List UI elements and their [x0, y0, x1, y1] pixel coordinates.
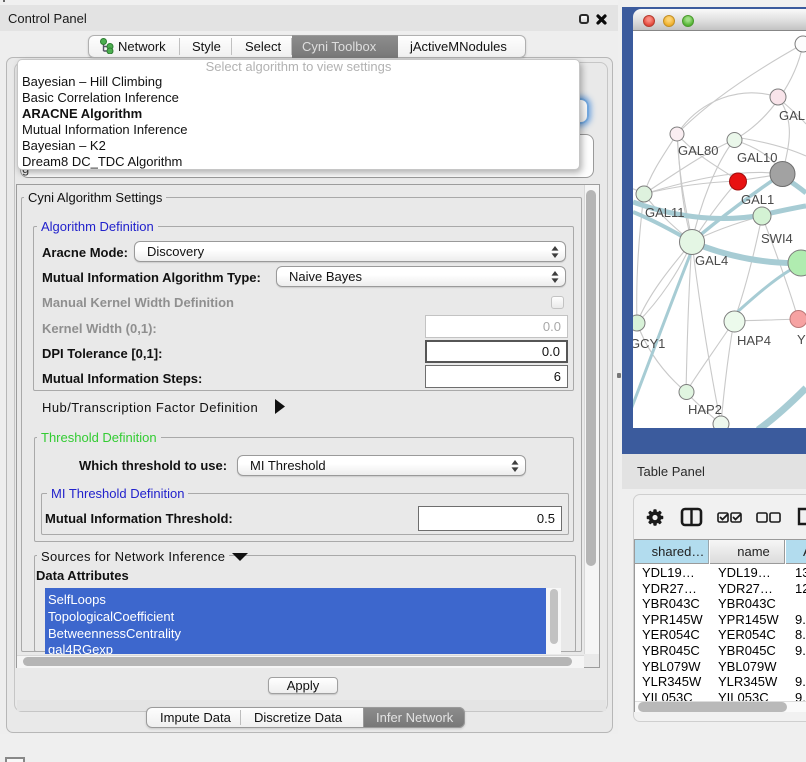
svg-text:GAL10: GAL10 [737, 150, 777, 165]
svg-text:GAL: GAL [779, 108, 805, 123]
svg-text:GCY1: GCY1 [633, 336, 665, 351]
svg-text:Y: Y [797, 332, 806, 347]
svg-text:GAL11: GAL11 [645, 205, 685, 220]
svg-text:GAL80: GAL80 [678, 143, 718, 158]
svg-text:GAL4: GAL4 [695, 253, 728, 268]
svg-text:GAL1: GAL1 [741, 192, 774, 207]
svg-text:HAP2: HAP2 [688, 402, 722, 417]
svg-text:SWI4: SWI4 [761, 231, 793, 246]
svg-text:HAP4: HAP4 [737, 333, 771, 348]
